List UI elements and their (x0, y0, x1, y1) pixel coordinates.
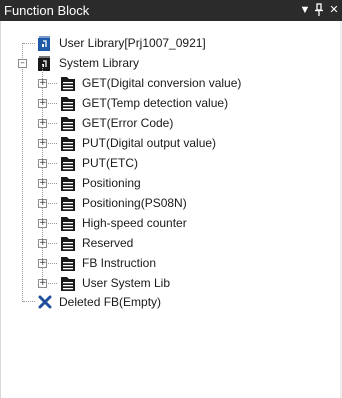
tree-item-expander[interactable]: + (38, 179, 47, 188)
tree-item-label: High-speed counter (82, 216, 187, 230)
chevron-down-icon[interactable]: ▼ (298, 2, 312, 18)
library-folder-icon (61, 137, 75, 151)
tree-item-expander[interactable]: + (38, 219, 47, 228)
function-block-tree: – User Library[Prj1007_0921] System Libr… (1, 21, 341, 398)
panel-title: Function Block (4, 3, 90, 18)
library-folder-icon (61, 277, 75, 291)
tree-item-label: Reserved (82, 236, 134, 250)
library-folder-icon (61, 117, 75, 131)
function-block-panel: – User Library[Prj1007_0921] System Libr… (0, 21, 342, 398)
close-icon[interactable]: ✕ (327, 2, 341, 18)
library-folder-icon (61, 237, 75, 251)
system-library-expander[interactable]: – (18, 59, 27, 68)
tree-item-expander[interactable]: + (38, 239, 47, 248)
tree-item-label: GET(Temp detection value) (82, 96, 229, 110)
tree-item-label: User Library[Prj1007_0921] (59, 36, 206, 50)
library-folder-icon (61, 177, 75, 191)
tree-item-label: Positioning(PS08N) (82, 196, 187, 210)
library-folder-icon (61, 257, 75, 271)
panel-titlebar: Function Block ▼ ✕ (0, 0, 342, 21)
tree-item-expander[interactable]: + (38, 259, 47, 268)
tree-item-expander[interactable]: + (38, 119, 47, 128)
library-folder-icon (61, 77, 75, 91)
tree-item-label: FB Instruction (82, 256, 157, 270)
tree-item-label: PUT(Digital output value) (82, 136, 217, 150)
tree-item-label: Positioning (82, 176, 141, 190)
tree-item-label: User System Lib (82, 276, 171, 290)
library-folder-icon (61, 197, 75, 211)
tree-item-expander[interactable]: + (38, 279, 47, 288)
system-library-icon (38, 56, 50, 71)
tree-item-expander[interactable]: + (38, 139, 47, 148)
library-folder-icon (61, 157, 75, 171)
tree-item-expander[interactable]: + (38, 99, 47, 108)
delete-x-icon (38, 295, 52, 309)
tree-item-expander[interactable]: + (38, 79, 47, 88)
library-folder-icon (61, 97, 75, 111)
pin-icon[interactable] (312, 2, 326, 18)
tree-item-label: GET(Digital conversion value) (82, 76, 242, 90)
tree-item-label: PUT(ETC) (82, 156, 138, 170)
library-folder-icon (61, 217, 75, 231)
tree-item-label: System Library (59, 56, 140, 70)
tree-item-expander[interactable]: + (38, 159, 47, 168)
tree-item-expander[interactable]: + (38, 199, 47, 208)
tree-item-label: GET(Error Code) (82, 116, 174, 130)
user-library-icon (38, 36, 50, 51)
tree-item-label: Deleted FB(Empty) (59, 295, 162, 309)
